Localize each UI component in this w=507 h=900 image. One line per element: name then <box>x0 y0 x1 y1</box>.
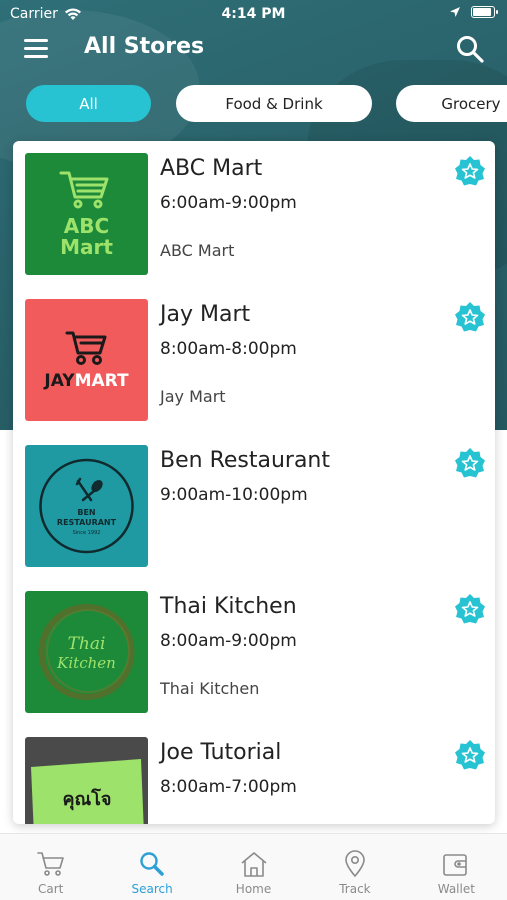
logo-text: JAY <box>43 371 75 391</box>
store-item-joe-tutorial[interactable]: คุณโจ Joe Tutorial 8:00am-7:00pm <box>13 725 495 824</box>
store-item-thai-kitchen[interactable]: Thai Kitchen Thai Kitchen 8:00am-9:00pm … <box>13 579 495 725</box>
logo-text: BEN <box>77 508 95 517</box>
store-description: ABC Mart <box>160 241 235 260</box>
filter-chip-all[interactable]: All <box>26 85 151 122</box>
store-name: ABC Mart <box>160 156 263 181</box>
category-filters: All Food & Drink Grocery <box>26 85 507 123</box>
store-logo: JAYMART <box>25 299 148 421</box>
tab-label: Wallet <box>437 882 475 896</box>
store-logo: BEN RESTAURANT Since 1992 <box>25 445 148 567</box>
favorite-star-button[interactable] <box>453 739 487 773</box>
store-item-ben-restaurant[interactable]: BEN RESTAURANT Since 1992 Ben Restaurant… <box>13 433 495 579</box>
store-name: Joe Tutorial <box>160 740 282 765</box>
logo-text: Kitchen <box>56 654 116 672</box>
search-button[interactable] <box>455 34 485 64</box>
store-logo: ABC Mart <box>25 153 148 275</box>
cart-icon <box>36 852 64 876</box>
tab-wallet[interactable]: Wallet <box>406 834 507 900</box>
location-pin-icon <box>345 850 365 878</box>
wallet-icon <box>443 854 468 876</box>
battery-icon <box>471 6 498 18</box>
tab-label: Home <box>235 882 272 896</box>
menu-button[interactable] <box>24 37 50 59</box>
status-bar: Carrier 4:14 PM <box>0 0 507 28</box>
store-name: Thai Kitchen <box>160 594 297 619</box>
utensils-icon <box>75 477 103 502</box>
tab-label: Cart <box>38 882 64 896</box>
store-hours: 8:00am-7:00pm <box>160 777 297 797</box>
store-item-abc-mart[interactable]: ABC Mart ABC Mart 6:00am-9:00pm ABC Mart <box>13 141 495 287</box>
store-description: Jay Mart <box>160 387 226 406</box>
store-list: ABC Mart ABC Mart 6:00am-9:00pm ABC Mart <box>13 141 495 824</box>
store-item-jay-mart[interactable]: JAYMART Jay Mart 8:00am-8:00pm Jay Mart <box>13 287 495 433</box>
logo-text: คุณโจ <box>63 788 112 811</box>
store-name: Jay Mart <box>160 302 251 327</box>
favorite-star-button[interactable] <box>453 155 487 189</box>
search-icon <box>140 852 164 876</box>
home-icon <box>241 852 267 877</box>
store-hours: 8:00am-8:00pm <box>160 339 297 359</box>
favorite-star-button[interactable] <box>453 593 487 627</box>
svg-text:JAYMART: JAYMART <box>43 371 129 391</box>
navigation-bar: All Stores <box>0 30 507 70</box>
tab-track[interactable]: Track <box>304 834 405 900</box>
store-name: Ben Restaurant <box>160 448 331 473</box>
store-logo: Thai Kitchen <box>25 591 148 713</box>
logo-text: Thai <box>68 634 106 654</box>
tab-search[interactable]: Search <box>101 834 202 900</box>
filter-chip-food-drink[interactable]: Food & Drink <box>176 85 372 122</box>
store-description: Thai Kitchen <box>160 679 260 698</box>
favorite-star-button[interactable] <box>453 301 487 335</box>
logo-text: RESTAURANT <box>57 518 117 527</box>
store-hours: 8:00am-9:00pm <box>160 631 297 651</box>
cart-icon <box>65 331 107 365</box>
cart-icon <box>59 171 109 209</box>
bottom-tab-bar: Cart Search Home Track Wallet <box>0 833 507 900</box>
tab-cart[interactable]: Cart <box>0 834 101 900</box>
logo-text: Mart <box>60 235 113 259</box>
tab-label: Search <box>131 882 173 896</box>
location-arrow-icon <box>450 7 460 17</box>
tab-label: Track <box>339 882 371 896</box>
page-title: All Stores <box>84 34 205 59</box>
store-hours: 6:00am-9:00pm <box>160 193 297 213</box>
status-time: 4:14 PM <box>221 6 286 22</box>
logo-text: MART <box>75 371 129 391</box>
store-logo: คุณโจ <box>25 737 148 824</box>
logo-text: Since 1992 <box>73 530 101 536</box>
filter-chip-grocery[interactable]: Grocery <box>396 85 507 122</box>
store-hours: 9:00am-10:00pm <box>160 485 308 505</box>
favorite-star-button[interactable] <box>453 447 487 481</box>
tab-home[interactable]: Home <box>203 834 304 900</box>
